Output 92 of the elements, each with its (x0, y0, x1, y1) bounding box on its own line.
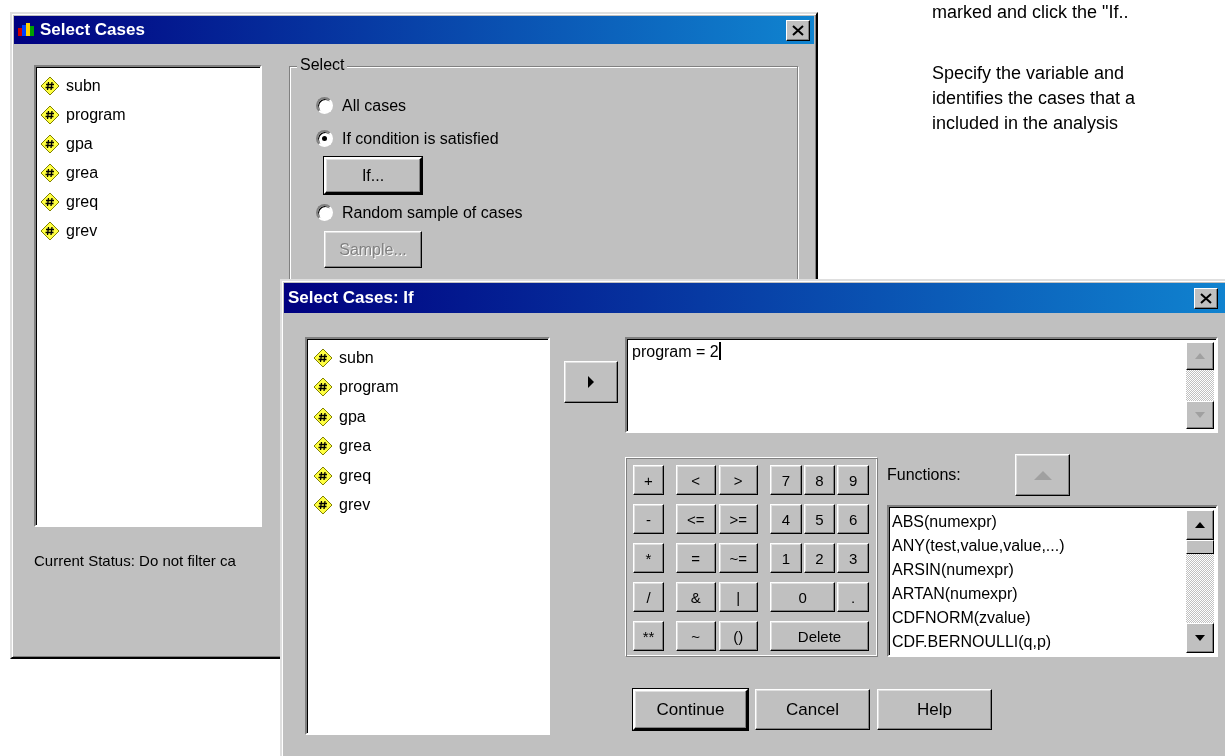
function-item[interactable]: ARTAN(numexpr) (892, 582, 1186, 606)
variable-name[interactable]: gpa (66, 134, 93, 153)
scroll-thumb[interactable] (1186, 540, 1214, 554)
close-icon (1200, 292, 1212, 304)
numeric-variable-icon (40, 133, 60, 154)
keypad-key[interactable]: ** (633, 621, 664, 651)
variable-name[interactable]: subn (339, 348, 374, 367)
keypad-key[interactable]: * (633, 543, 664, 573)
keypad-key[interactable]: 8 (803, 465, 836, 495)
numeric-variable-icon (40, 104, 60, 125)
radio-label[interactable]: If condition is satisfied (342, 129, 499, 148)
scrollbar[interactable] (1186, 510, 1214, 653)
keypad-key[interactable]: / (633, 582, 664, 612)
numeric-variable-icon (313, 406, 333, 427)
function-item[interactable]: ARSIN(numexpr) (892, 558, 1186, 582)
expression-field[interactable]: program = 2 (625, 337, 1218, 433)
variable-name[interactable]: greq (66, 192, 99, 211)
dialog-button[interactable]: Cancel (755, 689, 870, 730)
scroll-down-icon (1195, 635, 1205, 641)
keypad-key[interactable]: ~ (676, 621, 716, 651)
keypad-key[interactable]: 0 (770, 582, 836, 612)
paste-function-button[interactable] (1015, 454, 1070, 496)
numeric-variable-icon (313, 436, 333, 457)
keypad-key[interactable]: 9 (837, 465, 869, 495)
close-button[interactable] (786, 19, 810, 41)
window-title: Select Cases (40, 20, 146, 40)
function-item[interactable]: CDF.BERNOULLI(q,p) (892, 630, 1186, 654)
instruction-text: identifies the cases that a (932, 87, 1136, 110)
keypad-key[interactable]: 3 (837, 543, 869, 573)
scroll-up-icon (1195, 353, 1205, 359)
app-icon (18, 22, 36, 38)
radio-button[interactable] (316, 204, 333, 221)
numeric-variable-icon (40, 162, 60, 183)
keypad-key[interactable]: < (676, 465, 716, 495)
functions-label: Functions: (887, 466, 962, 484)
variable-name[interactable]: grev (339, 496, 371, 515)
keypad-key[interactable]: >= (718, 504, 758, 534)
function-item[interactable]: ABS(numexpr) (892, 510, 1186, 534)
dialog-button[interactable]: Help (877, 689, 992, 730)
instruction-text: Specify the variable and (932, 62, 1126, 85)
keypad-key[interactable]: - (633, 504, 664, 534)
instruction-text: marked and click the "If.. (932, 1, 1130, 24)
dialog-button[interactable]: Continue (633, 689, 748, 730)
status-text: Current Status: Do not filter ca (34, 552, 237, 569)
keypad-key[interactable]: 6 (837, 504, 869, 534)
numeric-variable-icon (313, 465, 333, 486)
radio-button[interactable] (316, 97, 333, 114)
keypad-key[interactable]: 7 (770, 465, 802, 495)
keypad-key[interactable]: . (837, 582, 869, 612)
close-icon (792, 24, 804, 36)
radio-button[interactable] (316, 130, 333, 147)
variable-name[interactable]: grea (66, 163, 99, 182)
if-button[interactable]: If... (324, 157, 422, 194)
scroll-down-icon (1195, 412, 1205, 418)
radio-label[interactable]: Random sample of cases (342, 203, 523, 222)
scrollbar[interactable] (1186, 342, 1214, 429)
numeric-variable-icon (40, 75, 60, 96)
move-button[interactable] (564, 361, 618, 403)
right-triangle-icon (587, 376, 595, 388)
close-button[interactable] (1194, 287, 1218, 309)
variable-name[interactable]: program (66, 105, 126, 124)
function-item[interactable]: CDFNORM(zvalue) (892, 606, 1186, 630)
keypad-key[interactable]: > (718, 465, 758, 495)
scroll-up-icon (1195, 522, 1205, 528)
radio-label[interactable]: All cases (342, 96, 407, 115)
keypad-key[interactable]: <= (676, 504, 716, 534)
variable-name[interactable]: grea (339, 437, 372, 456)
keypad-key[interactable]: 1 (770, 543, 802, 573)
up-triangle-icon (1033, 470, 1052, 480)
keypad-key[interactable]: | (718, 582, 758, 612)
numeric-variable-icon (313, 495, 333, 516)
keypad-key[interactable]: & (676, 582, 716, 612)
numeric-variable-icon (313, 377, 333, 398)
keypad-key[interactable]: () (718, 621, 758, 651)
numeric-variable-icon (313, 347, 333, 368)
instruction-text: included in the analysis (932, 112, 1120, 135)
keypad-key[interactable]: Delete (770, 621, 869, 651)
variable-name[interactable]: greq (339, 466, 372, 485)
window-title: Select Cases: If (288, 288, 415, 308)
keypad-key[interactable]: 5 (803, 504, 836, 534)
keypad-key[interactable]: ~= (718, 543, 758, 573)
numeric-variable-icon (40, 191, 60, 212)
keypad-key[interactable]: = (676, 543, 716, 573)
function-item[interactable]: ANY(test,value,value,...) (892, 534, 1186, 558)
variable-name[interactable]: grev (66, 221, 98, 240)
keypad-key[interactable]: 2 (803, 543, 836, 573)
keypad-key[interactable]: 4 (770, 504, 802, 534)
variable-name[interactable]: gpa (339, 407, 366, 426)
variable-name[interactable]: subn (66, 76, 101, 95)
keypad-key[interactable]: + (633, 465, 664, 495)
variable-name[interactable]: program (339, 378, 399, 397)
numeric-variable-icon (40, 220, 60, 241)
